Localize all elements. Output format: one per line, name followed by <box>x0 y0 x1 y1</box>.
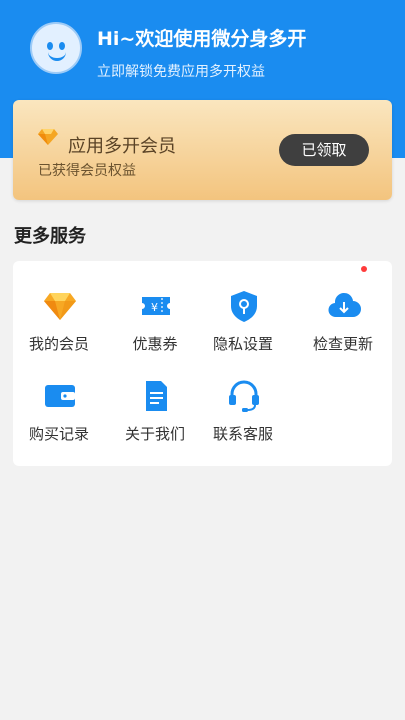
vip-subtitle: 已获得会员权益 <box>38 163 136 179</box>
service-privacy-settings[interactable]: 隐私设置 <box>198 289 288 369</box>
section-title: 更多服务 <box>14 226 86 247</box>
vip-card[interactable]: 应用多开会员 已获得会员权益 已领取 <box>13 100 392 200</box>
service-label: 检查更新 <box>312 335 373 353</box>
wallet-icon <box>45 385 75 407</box>
claimed-button[interactable]: 已领取 <box>279 134 369 166</box>
notification-dot <box>361 266 367 272</box>
service-my-membership[interactable]: 我的会员 <box>14 289 104 369</box>
service-label: 隐私设置 <box>212 335 273 353</box>
avatar-eye-left <box>47 42 53 50</box>
diamond-icon <box>44 293 76 320</box>
service-label: 联系客服 <box>212 425 273 443</box>
greeting-subtitle: 立即解锁免费应用多开权益 <box>97 64 265 80</box>
cloud-download-icon <box>328 292 361 318</box>
service-about-us[interactable]: 关于我们 <box>110 379 200 459</box>
service-label: 优惠券 <box>132 335 178 353</box>
service-label: 我的会员 <box>28 335 89 353</box>
service-purchase-history[interactable]: 购买记录 <box>14 379 104 459</box>
services-panel: 我的会员 ¥ 优惠券 隐私设置 检查更新 购买记录 关于我们 联系客服 <box>13 261 392 466</box>
service-contact-support[interactable]: 联系客服 <box>198 379 288 459</box>
headset-icon <box>229 380 259 412</box>
document-icon <box>146 381 167 411</box>
avatar[interactable] <box>30 22 82 74</box>
vip-title: 应用多开会员 <box>68 136 176 157</box>
service-label: 购买记录 <box>28 425 89 443</box>
service-check-update[interactable]: 检查更新 <box>298 289 388 369</box>
diamond-icon <box>38 129 58 145</box>
svg-text:¥: ¥ <box>151 301 158 314</box>
greeting-title: Hi~欢迎使用微分身多开 <box>97 28 307 50</box>
service-coupon[interactable]: ¥ 优惠券 <box>110 289 200 369</box>
service-label: 关于我们 <box>124 425 185 443</box>
avatar-eye-right <box>59 42 65 50</box>
coupon-icon: ¥ <box>142 297 170 315</box>
shield-lock-icon <box>231 291 257 322</box>
avatar-mouth <box>48 51 66 61</box>
